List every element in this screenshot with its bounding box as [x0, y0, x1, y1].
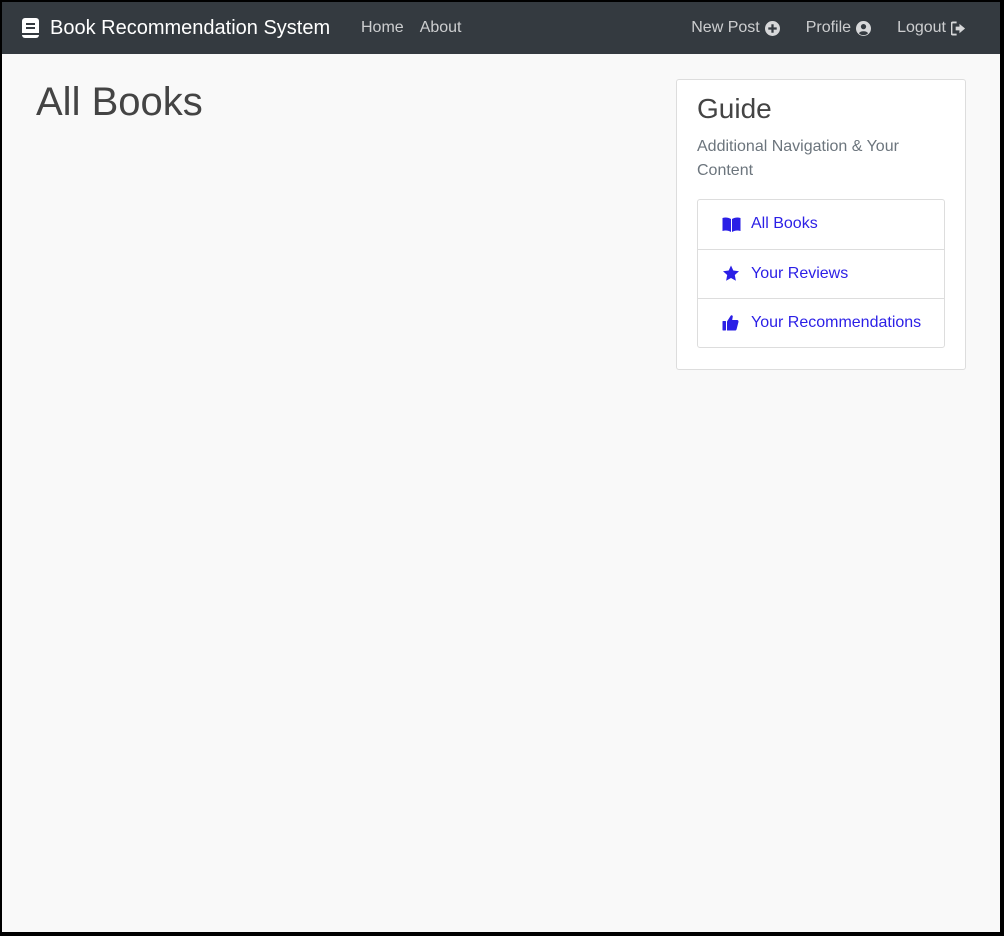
- guide-item-all-books[interactable]: All Books: [698, 200, 944, 249]
- guide-list: All Books Your Reviews Your Recommendati…: [697, 198, 945, 348]
- nav-profile-link[interactable]: Profile: [805, 19, 872, 37]
- nav-about-link[interactable]: About: [420, 19, 462, 37]
- brand-link[interactable]: Book Recommendation System: [22, 2, 330, 54]
- guide-item-your-recommendations[interactable]: Your Recommendations: [698, 297, 944, 347]
- nav-logout-label: Logout: [897, 19, 946, 36]
- sign-out-icon: [951, 20, 966, 36]
- guide-item-your-reviews[interactable]: Your Reviews: [698, 248, 944, 298]
- user-circle-icon: [856, 20, 872, 36]
- nav-logout-link[interactable]: Logout: [897, 19, 966, 37]
- nav-new-post-link[interactable]: New Post: [691, 19, 780, 37]
- top-navbar: Book Recommendation System Home About Ne…: [2, 2, 1000, 54]
- star-icon: [722, 265, 742, 283]
- guide-item-label: Your Reviews: [751, 264, 849, 282]
- nav-home-link[interactable]: Home: [361, 19, 404, 37]
- plus-circle-icon: [764, 20, 780, 36]
- open-book-icon: [722, 215, 742, 233]
- book-icon: [22, 18, 40, 38]
- nav-left: Home About: [361, 2, 478, 54]
- guide-subtitle: Additional Navigation & Your Content: [697, 137, 899, 179]
- guide-item-label: Your Recommendations: [751, 313, 922, 331]
- nav-right: New Post Profile Logout: [665, 2, 966, 54]
- app-window: Book Recommendation System Home About Ne…: [2, 2, 1000, 932]
- nav-new-post-label: New Post: [691, 19, 760, 36]
- guide-item-label: All Books: [751, 215, 818, 233]
- brand-label: Book Recommendation System: [50, 16, 331, 39]
- guide-title: Guide: [697, 93, 772, 124]
- guide-sidebar: Guide Additional Navigation & Your Conte…: [676, 79, 966, 370]
- page-title: All Books: [36, 80, 203, 124]
- thumbs-up-icon: [722, 314, 742, 332]
- nav-profile-label: Profile: [805, 19, 852, 36]
